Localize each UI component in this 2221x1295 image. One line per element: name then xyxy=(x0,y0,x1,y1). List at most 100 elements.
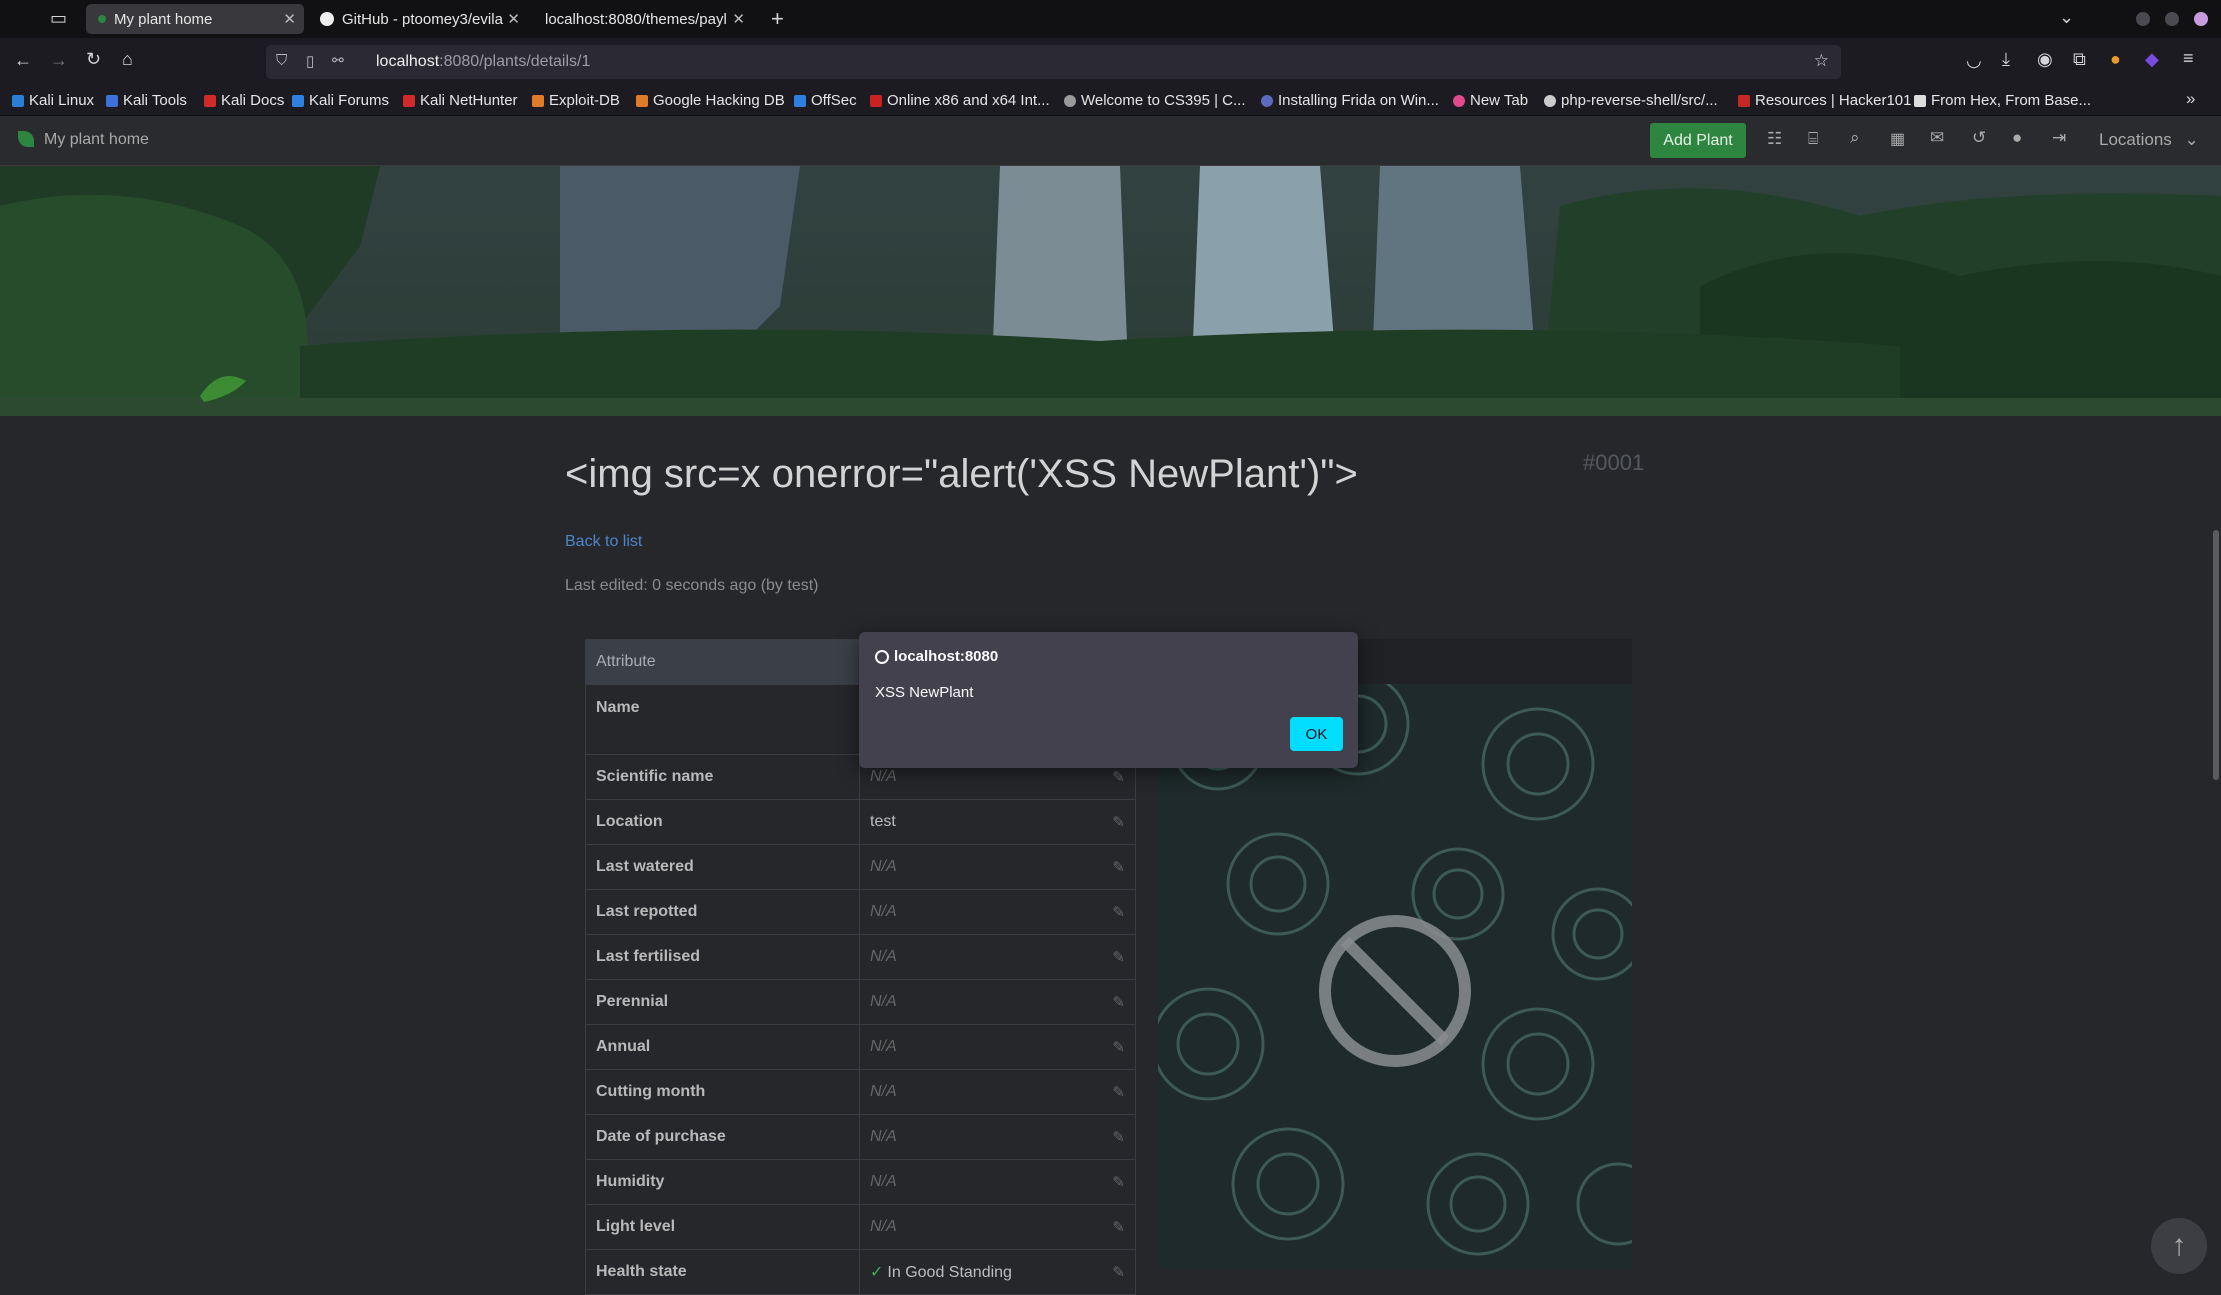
account-icon[interactable]: ◉ xyxy=(2037,49,2053,70)
tab-label: localhost:8080/themes/payl xyxy=(545,10,727,28)
star-icon[interactable]: ☆ xyxy=(1814,51,1829,71)
bookmark-kali-linux[interactable]: Kali Linux xyxy=(12,92,94,109)
tab-my-plant-home[interactable]: My plant home ✕ xyxy=(86,4,304,34)
attr-value-cell[interactable]: test ✎ xyxy=(859,799,1136,845)
back-arrow-icon[interactable]: ← xyxy=(14,50,32,71)
bookmark-kali-docs[interactable]: Kali Docs xyxy=(204,92,284,109)
tab-label: GitHub - ptoomey3/evila xyxy=(342,10,503,28)
bookmark-google-hacking-db[interactable]: Google Hacking DB xyxy=(636,92,785,109)
task-list-icon[interactable]: ☷ xyxy=(1767,129,1782,149)
bookmark-exploit-db[interactable]: Exploit-DB xyxy=(532,92,620,109)
user-icon[interactable]: ● xyxy=(2012,128,2022,148)
bookmark-kali-tools[interactable]: Kali Tools xyxy=(106,92,187,109)
edit-icon[interactable]: ✎ xyxy=(1112,1083,1125,1101)
locations-label: Locations xyxy=(2099,130,2172,149)
bookmark-offsec[interactable]: OffSec xyxy=(794,92,857,109)
inventory-icon[interactable]: ⌸ xyxy=(1808,129,1818,149)
bookmark-new-tab[interactable]: New Tab xyxy=(1453,92,1528,109)
edit-icon[interactable]: ✎ xyxy=(1112,813,1125,831)
cyberchef-icon xyxy=(1914,94,1926,107)
edit-icon[interactable]: ✎ xyxy=(1112,1263,1125,1281)
attr-value-cell[interactable]: N/A ✎ xyxy=(859,934,1136,980)
page-icon: ▯ xyxy=(306,53,315,70)
plant-id: #0001 xyxy=(1583,450,1645,475)
attr-value-cell[interactable]: N/A ✎ xyxy=(859,1069,1136,1115)
tab-list-icon[interactable]: ▭ xyxy=(50,8,67,29)
attr-key: Last watered xyxy=(585,844,860,890)
bookmark-from-hex[interactable]: From Hex, From Base... xyxy=(1914,92,2091,109)
edit-icon[interactable]: ✎ xyxy=(1112,903,1125,921)
attr-value-cell[interactable]: N/A ✎ xyxy=(859,979,1136,1025)
attr-value: test xyxy=(870,813,896,830)
forward-arrow-icon[interactable]: → xyxy=(50,50,68,71)
extensions-icon[interactable]: ⧉ xyxy=(2073,49,2086,70)
brand-link[interactable]: My plant home xyxy=(44,131,149,149)
page-title: <img src=x onerror="alert('XSS NewPlant'… xyxy=(565,452,1358,496)
bookmark-hacker101[interactable]: Resources | Hacker101 xyxy=(1738,92,1911,109)
edit-icon[interactable]: ✎ xyxy=(1112,993,1125,1011)
logout-icon[interactable]: ⇥ xyxy=(2052,128,2066,148)
back-to-list-link[interactable]: Back to list xyxy=(565,533,642,551)
minimize-button[interactable] xyxy=(2136,12,2150,26)
close-tab-icon[interactable]: ✕ xyxy=(732,10,745,28)
bookmark-label: From Hex, From Base... xyxy=(1931,92,2092,109)
bookmark-kali-forums[interactable]: Kali Forums xyxy=(292,92,389,109)
chevron-right-icon[interactable]: » xyxy=(2186,89,2195,109)
scroll-to-top-button[interactable]: ↑ xyxy=(2151,1218,2207,1274)
ok-button[interactable]: OK xyxy=(1290,717,1343,751)
maximize-button[interactable] xyxy=(2165,12,2179,26)
attr-key: Name xyxy=(585,684,860,755)
attr-value-cell[interactable]: N/A ✎ xyxy=(859,844,1136,890)
bookmark-frida[interactable]: Installing Frida on Win... xyxy=(1261,92,1439,109)
tab-payload[interactable]: localhost:8080/themes/payl ✕ xyxy=(533,4,753,34)
search-icon[interactable]: ⌕ xyxy=(1850,128,1860,148)
bookmark-online-x86[interactable]: Online x86 and x64 Int... xyxy=(870,92,1050,109)
close-tab-icon[interactable]: ✕ xyxy=(507,10,520,28)
attr-value: N/A xyxy=(870,1038,897,1055)
bookmark-cs395[interactable]: Welcome to CS395 | C... xyxy=(1064,92,1246,109)
attr-value-cell[interactable]: ✓ In Good Standing ✎ xyxy=(859,1249,1136,1295)
close-tab-icon[interactable]: ✕ xyxy=(283,10,296,28)
close-window-button[interactable] xyxy=(2194,12,2208,26)
history-icon[interactable]: ↺ xyxy=(1972,128,1986,148)
tab-github[interactable]: GitHub - ptoomey3/evila ✕ xyxy=(308,4,528,34)
attr-value-cell[interactable]: N/A ✎ xyxy=(859,1024,1136,1070)
menu-icon[interactable]: ≡ xyxy=(2183,48,2194,69)
attr-value: N/A xyxy=(870,1173,897,1190)
attr-value-cell[interactable]: N/A ✎ xyxy=(859,889,1136,935)
ghdb-icon xyxy=(636,94,648,107)
add-plant-button[interactable]: Add Plant xyxy=(1650,123,1746,158)
bookmark-label: Installing Frida on Win... xyxy=(1278,92,1439,109)
hero-banner xyxy=(0,166,2221,416)
bookmark-php-reverse-shell[interactable]: php-reverse-shell/src/... xyxy=(1544,92,1718,109)
arrow-up-icon: ↑ xyxy=(2171,1229,2187,1262)
reload-icon[interactable]: ↻ xyxy=(86,49,101,70)
calendar-icon[interactable]: ▦ xyxy=(1890,129,1905,149)
edit-icon[interactable]: ✎ xyxy=(1112,858,1125,876)
new-tab-icon[interactable]: + xyxy=(771,6,784,32)
chat-icon[interactable]: ✉ xyxy=(1930,128,1944,148)
home-icon[interactable]: ⌂ xyxy=(122,49,133,70)
attr-value-cell[interactable]: N/A ✎ xyxy=(859,1159,1136,1205)
edit-icon[interactable]: ✎ xyxy=(1112,768,1125,786)
chevron-down-icon[interactable]: ⌄ xyxy=(2059,7,2074,28)
attr-value-cell[interactable]: N/A ✎ xyxy=(859,1204,1136,1250)
bookmark-kali-nethunter[interactable]: Kali NetHunter xyxy=(403,92,518,109)
attr-key: Last repotted xyxy=(585,889,860,935)
foxyproxy-icon[interactable]: ● xyxy=(2110,49,2121,70)
edit-icon[interactable]: ✎ xyxy=(1112,948,1125,966)
page-scrollbar[interactable] xyxy=(2213,530,2219,780)
attr-value-cell[interactable]: N/A ✎ xyxy=(859,1114,1136,1160)
download-icon[interactable]: ⤓ xyxy=(2002,49,2010,70)
attr-key: Health state xyxy=(585,1249,860,1295)
firefox-icon xyxy=(1453,94,1465,107)
locations-dropdown[interactable]: Locations ⌄ xyxy=(2099,130,2199,150)
edit-icon[interactable]: ✎ xyxy=(1112,1128,1125,1146)
tab-favicon-icon xyxy=(98,15,106,23)
url-bar[interactable]: ⛉ ▯ ⚯ localhost:8080/plants/details/1 ☆ xyxy=(266,45,1841,79)
pocket-icon[interactable]: ◡ xyxy=(1966,50,1982,71)
edit-icon[interactable]: ✎ xyxy=(1112,1038,1125,1056)
extension-purple-icon[interactable]: ◆ xyxy=(2145,49,2159,70)
edit-icon[interactable]: ✎ xyxy=(1112,1218,1125,1236)
edit-icon[interactable]: ✎ xyxy=(1112,1173,1125,1191)
